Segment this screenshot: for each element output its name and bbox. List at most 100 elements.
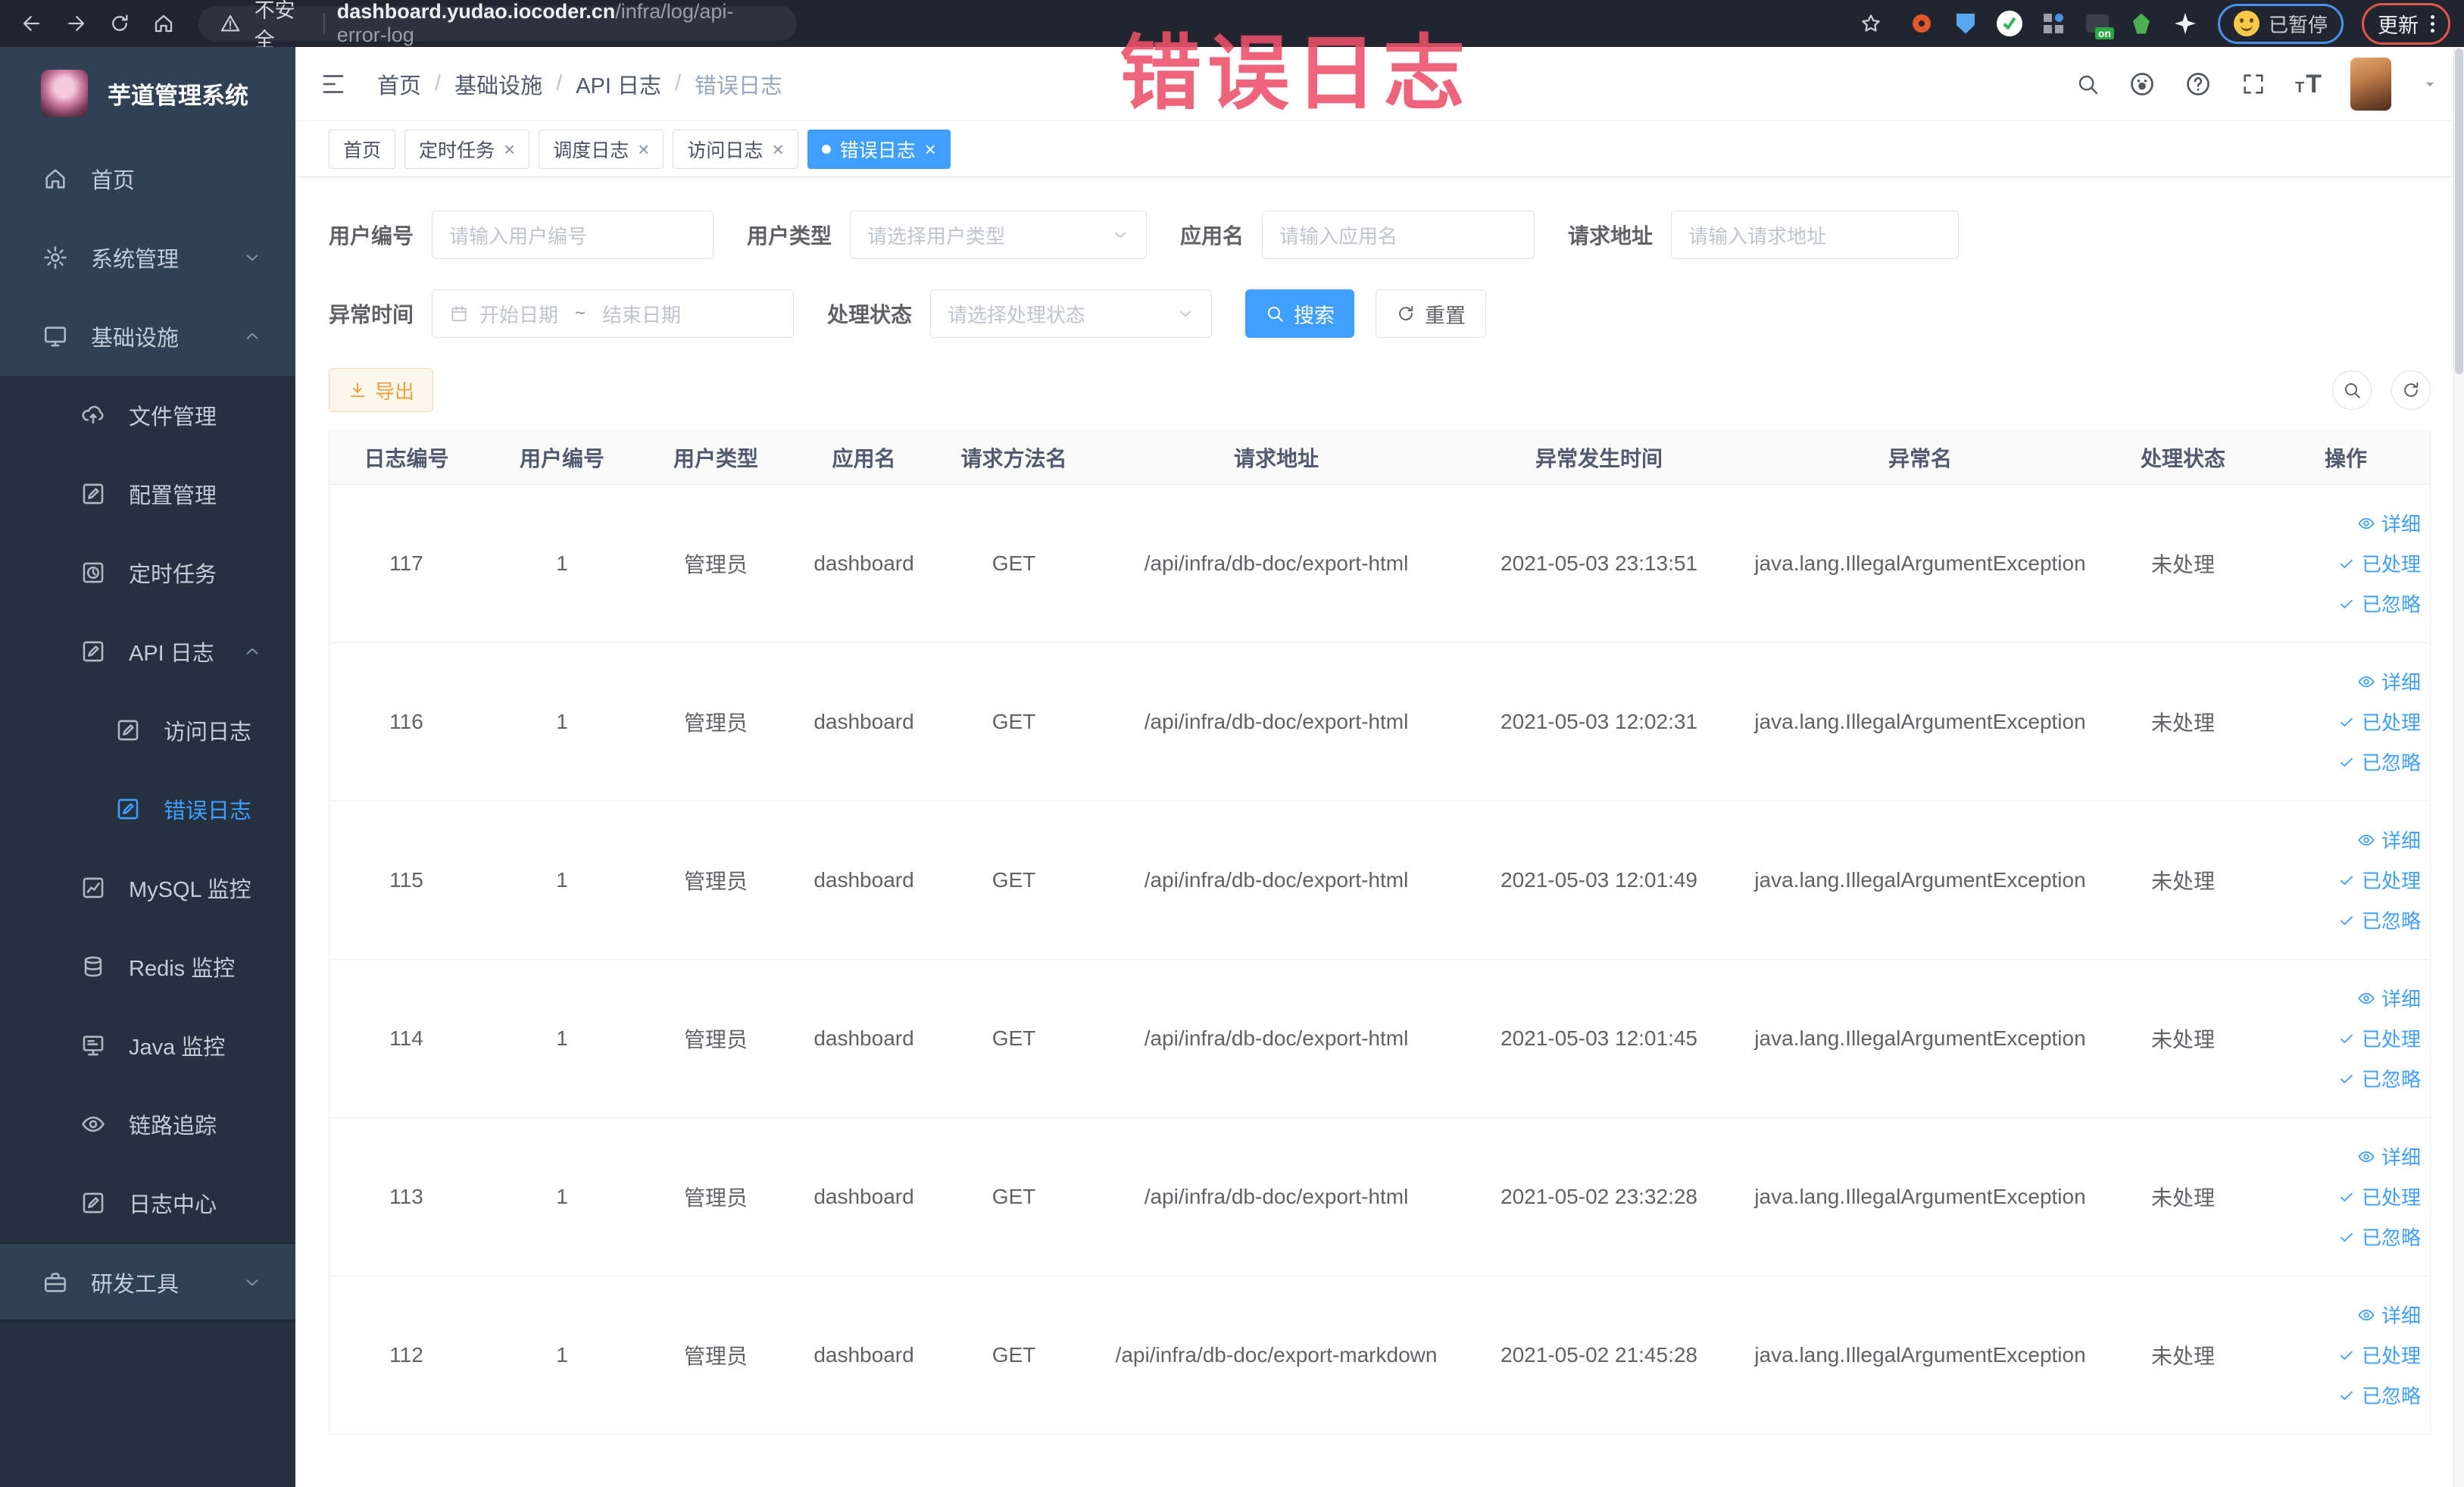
scrollbar[interactable] xyxy=(2453,47,2464,1487)
paused-badge[interactable]: 已暂停 xyxy=(2217,3,2344,44)
chart-icon xyxy=(80,875,106,901)
request-url-input[interactable]: 请输入请求地址 xyxy=(1671,211,1960,259)
sidebar-item-4[interactable]: 配置管理 xyxy=(0,455,295,533)
action-已处理[interactable]: 已处理 xyxy=(2262,866,2421,894)
font-size-icon[interactable]: TT xyxy=(2295,71,2322,97)
sidebar-item-12[interactable]: 链路追踪 xyxy=(0,1085,295,1164)
ext-leaf-icon[interactable] xyxy=(2127,9,2156,38)
address-bar[interactable]: 不安全 dashboard.yudao.iocoder.cn/infra/log… xyxy=(198,0,797,52)
action-已处理[interactable]: 已处理 xyxy=(2262,1024,2421,1052)
cell-user_type: 管理员 xyxy=(641,1117,791,1276)
date-range-input[interactable]: 开始日期 ~ 结束日期 xyxy=(432,289,795,338)
ext-pinwheel-icon[interactable] xyxy=(2171,9,2200,38)
sidebar-item-0[interactable]: 首页 xyxy=(0,139,295,218)
action-详细[interactable]: 详细 xyxy=(2262,826,2421,854)
breadcrumb-item-2[interactable]: API 日志 xyxy=(576,68,661,100)
action-详细[interactable]: 详细 xyxy=(2262,1142,2421,1170)
sidebar-item-5[interactable]: 定时任务 xyxy=(0,533,295,612)
ext-blue-shield-icon[interactable] xyxy=(1951,9,1980,38)
fold-menu-icon[interactable] xyxy=(320,70,347,98)
table-row: 114 1 管理员 dashboard GET/api/infra/db-doc/exp… xyxy=(329,959,2430,1118)
close-icon[interactable]: × xyxy=(504,139,515,159)
action-已忽略[interactable]: 已忽略 xyxy=(2262,1381,2421,1409)
refresh-table-button[interactable] xyxy=(2391,370,2431,410)
search-button[interactable]: 搜索 xyxy=(1245,289,1355,338)
cell-status: 未处理 xyxy=(2104,484,2262,643)
sidebar-item-8[interactable]: 错误日志 xyxy=(0,770,295,848)
scrollbar-thumb[interactable] xyxy=(2455,48,2463,374)
action-详细[interactable]: 详细 xyxy=(2262,509,2421,537)
update-badge[interactable]: 更新 xyxy=(2362,2,2450,45)
toggle-search-button[interactable] xyxy=(2332,370,2372,410)
breadcrumb-item-0[interactable]: 首页 xyxy=(377,68,421,100)
search-icon[interactable] xyxy=(2075,72,2100,96)
chevron-down-icon[interactable] xyxy=(2420,74,2440,94)
action-已忽略[interactable]: 已忽略 xyxy=(2262,906,2421,934)
log-icon xyxy=(80,639,106,664)
ext-on-badge-icon[interactable]: on xyxy=(2083,9,2114,39)
action-已忽略[interactable]: 已忽略 xyxy=(2262,748,2421,776)
bookmark-star-icon[interactable] xyxy=(1853,5,1889,42)
ext-grid-drop-icon[interactable] xyxy=(2039,9,2068,38)
error-log-table: 日志编号 用户编号 用户类型 应用名 请求方法名 请求地址 异常发生时间 异常名 处理状态 操作 … xyxy=(329,430,2431,1435)
action-详细[interactable]: 详细 xyxy=(2262,1301,2421,1329)
cell-method: GET xyxy=(937,484,1091,643)
sidebar-item-2[interactable]: 基础设施 xyxy=(0,297,295,376)
sidebar-item-1[interactable]: 系统管理 xyxy=(0,218,295,297)
cell-status: 未处理 xyxy=(2104,642,2262,801)
app-name-input[interactable]: 请输入应用名 xyxy=(1262,211,1535,259)
java-icon xyxy=(80,1032,106,1058)
sidebar-item-10[interactable]: Redis 监控 xyxy=(0,927,295,1006)
close-icon[interactable]: × xyxy=(772,139,783,159)
sidebar-item-13[interactable]: 日志中心 xyxy=(0,1164,295,1242)
action-已处理[interactable]: 已处理 xyxy=(2262,708,2421,736)
logo-row[interactable]: 芋道管理系统 xyxy=(0,47,295,139)
sidebar-item-14[interactable]: 研发工具 xyxy=(0,1242,295,1321)
fullscreen-icon[interactable] xyxy=(2241,71,2266,97)
close-icon[interactable]: × xyxy=(638,139,649,159)
tab-定时任务[interactable]: 定时任务 × xyxy=(404,129,530,169)
export-button[interactable]: 导出 xyxy=(329,368,434,412)
tab-调度日志[interactable]: 调度日志 × xyxy=(539,129,664,169)
reset-button[interactable]: 重置 xyxy=(1376,289,1487,338)
chevron-down-icon xyxy=(1111,226,1129,244)
action-已处理[interactable]: 已处理 xyxy=(2262,549,2421,577)
user-id-input[interactable]: 请输入用户编号 xyxy=(432,211,714,259)
reload-icon[interactable] xyxy=(101,5,138,42)
cell-app: dashboard xyxy=(791,484,937,643)
tab-首页[interactable]: 首页 xyxy=(329,129,396,169)
close-icon[interactable]: × xyxy=(925,139,936,159)
breadcrumb-item-1[interactable]: 基础设施 xyxy=(454,68,542,100)
action-已忽略[interactable]: 已忽略 xyxy=(2262,1223,2421,1251)
tab-错误日志[interactable]: 错误日志 × xyxy=(807,129,951,169)
divider xyxy=(323,13,325,34)
refresh-icon xyxy=(1396,304,1416,323)
help-icon[interactable] xyxy=(2184,70,2212,98)
sidebar-item-6[interactable]: API 日志 xyxy=(0,612,295,691)
action-已处理[interactable]: 已处理 xyxy=(2262,1341,2421,1369)
process-status-select[interactable]: 请选择处理状态 xyxy=(930,289,1213,338)
avatar[interactable] xyxy=(2350,57,2391,111)
sidebar-item-9[interactable]: MySQL 监控 xyxy=(0,848,295,927)
table-row: 112 1 管理员 dashboard GET/api/infra/db-doc/exp… xyxy=(329,1276,2430,1435)
github-icon[interactable] xyxy=(2128,70,2156,98)
log-icon xyxy=(80,1190,106,1216)
action-详细[interactable]: 详细 xyxy=(2262,984,2421,1012)
tab-访问日志[interactable]: 访问日志 × xyxy=(673,129,798,169)
home-icon[interactable] xyxy=(145,5,182,42)
cell-method: GET xyxy=(937,642,1091,801)
sidebar-item-11[interactable]: Java 监控 xyxy=(0,1006,295,1085)
user-type-select[interactable]: 请选择用户类型 xyxy=(850,211,1148,259)
forward-icon[interactable] xyxy=(58,5,94,42)
ext-green-check-icon[interactable] xyxy=(1995,9,2024,38)
kebab-menu-icon[interactable] xyxy=(2431,14,2434,33)
action-已忽略[interactable]: 已忽略 xyxy=(2262,589,2421,617)
action-已处理[interactable]: 已处理 xyxy=(2262,1182,2421,1211)
action-已忽略[interactable]: 已忽略 xyxy=(2262,1064,2421,1092)
sidebar-item-7[interactable]: 访问日志 xyxy=(0,691,295,770)
cell-user_id: 1 xyxy=(483,642,641,801)
sidebar-item-3[interactable]: 文件管理 xyxy=(0,376,295,455)
action-详细[interactable]: 详细 xyxy=(2262,667,2421,695)
back-icon[interactable] xyxy=(14,5,50,42)
ext-orange-ring-icon[interactable] xyxy=(1907,9,1936,38)
